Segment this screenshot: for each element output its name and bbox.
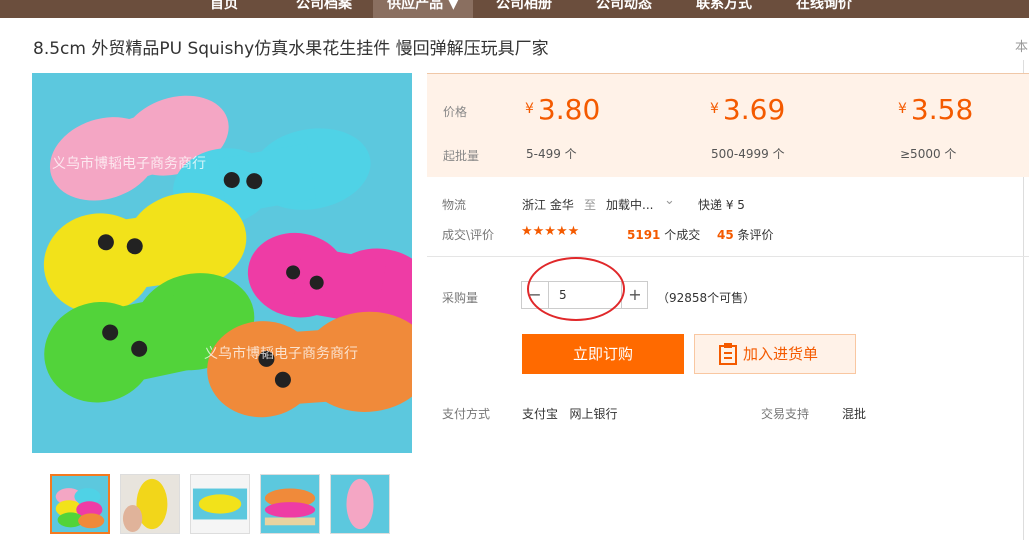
nav-products[interactable]: 供应产品 ▼ bbox=[373, 0, 473, 18]
right-edge-text: 本 bbox=[1015, 40, 1029, 55]
top-nav: 首页 公司档案 供应产品 ▼ 公司相册 公司动态 联系方式 在线询价 bbox=[0, 0, 1029, 18]
deal-count[interactable]: 5191 个成交 bbox=[627, 226, 700, 243]
product-title: 8.5cm 外贸精品PU Squishy仿真水果花生挂件 慢回弹解压玩具厂家 bbox=[33, 39, 549, 59]
thumbnail-3[interactable] bbox=[190, 474, 250, 534]
add-to-cart-label: 加入进货单 bbox=[743, 345, 819, 363]
nav-inquiry[interactable]: 在线询价 bbox=[784, 0, 864, 18]
available-stock: （92858个可售） bbox=[657, 291, 756, 305]
ship-to-word: 至 bbox=[584, 198, 597, 212]
review-count[interactable]: 45 条评价 bbox=[717, 226, 774, 243]
price-tier-2: ¥3.69 bbox=[710, 93, 786, 126]
increment-button[interactable]: + bbox=[622, 282, 648, 308]
range-tier-2: 500-4999 个 bbox=[711, 147, 785, 161]
nav-news[interactable]: 公司动态 bbox=[584, 0, 664, 18]
watermark-bottom: 义乌市博韬电子商务商行 bbox=[204, 345, 358, 362]
thumbnail-1[interactable] bbox=[50, 474, 110, 534]
thumbnail-5[interactable] bbox=[330, 474, 390, 534]
price-tier-3: ¥3.58 bbox=[898, 93, 974, 126]
range-tier-1: 5-499 个 bbox=[526, 147, 577, 161]
add-to-cart-button[interactable]: 加入进货单 bbox=[694, 334, 856, 374]
purchase-label: 采购量 bbox=[442, 291, 479, 305]
ship-from: 浙江 金华 bbox=[522, 198, 574, 212]
price-panel: 价格 起批量 ¥3.80 ¥3.69 ¥3.58 5-499 个 500-499… bbox=[427, 73, 1029, 177]
chevron-down-icon[interactable]: ⌄ bbox=[664, 193, 675, 208]
trade-support-label: 交易支持 bbox=[761, 407, 810, 421]
buy-now-button[interactable]: 立即订购 bbox=[522, 334, 684, 374]
payment-label: 支付方式 bbox=[442, 407, 491, 421]
deals-label: 成交\评价 bbox=[442, 228, 495, 242]
nav-home[interactable]: 首页 bbox=[196, 0, 252, 18]
price-tier-1: ¥3.80 bbox=[525, 93, 601, 126]
rating-stars: ★★★★★ bbox=[521, 224, 580, 239]
watermark-top: 义乌市博韬电子商务商行 bbox=[52, 155, 206, 172]
thumbnail-2[interactable] bbox=[120, 474, 180, 534]
clipboard-icon bbox=[719, 343, 737, 365]
payment-methods: 支付宝 网上银行 bbox=[522, 407, 618, 421]
nav-album[interactable]: 公司相册 bbox=[484, 0, 564, 18]
price-label: 价格 bbox=[443, 105, 468, 119]
range-tier-3: ≥5000 个 bbox=[900, 147, 957, 161]
moq-label: 起批量 bbox=[443, 149, 480, 163]
thumbnail-4[interactable] bbox=[260, 474, 320, 534]
main-product-image[interactable]: 义乌市博韬电子商务商行 义乌市博韬电子商务商行 bbox=[32, 73, 412, 453]
nav-company-profile[interactable]: 公司档案 bbox=[284, 0, 364, 18]
separator bbox=[427, 256, 1029, 257]
trade-support-value: 混批 bbox=[842, 407, 867, 421]
express-fee: 快递 ¥ 5 bbox=[698, 198, 745, 212]
logistics-label: 物流 bbox=[442, 198, 467, 212]
highlight-circle bbox=[527, 257, 625, 321]
ship-destination[interactable]: 加载中... bbox=[606, 196, 653, 213]
nav-contact[interactable]: 联系方式 bbox=[684, 0, 764, 18]
